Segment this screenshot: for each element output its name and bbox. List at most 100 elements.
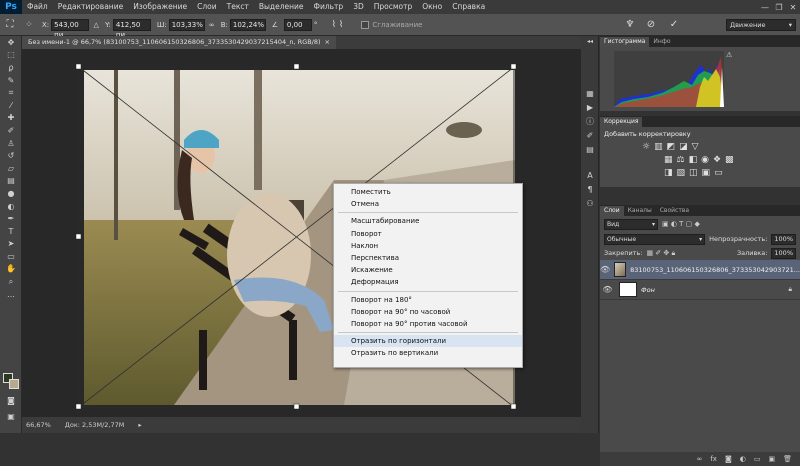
gradient-map-icon[interactable]: ▭ [714,168,723,178]
delete-layer-icon[interactable]: 🗑︎ [783,455,792,463]
cancel-transform-icon[interactable]: ⊘ [640,19,662,30]
eraser-tool-icon[interactable]: ▱ [0,162,22,175]
new-adjustment-icon[interactable]: ◐ [740,455,746,463]
antialias-checkbox[interactable] [361,20,370,29]
menu-image[interactable]: Изображение [128,0,192,14]
brush-panel-icon[interactable]: ✐ [581,128,599,142]
clone-stamp-tool-icon[interactable]: ♙ [0,137,22,150]
zoom-level[interactable]: 66,67% [26,421,51,429]
commit-transform-icon[interactable]: ✓ [662,19,686,30]
ctx-distort[interactable]: Искажение [334,264,522,276]
move-tool-icon[interactable]: ✥ [0,36,22,49]
exposure-icon[interactable]: ◪ [679,142,688,152]
swatches-icon[interactable]: ▤ [581,142,599,156]
eyedropper-tool-icon[interactable]: ⁄ [0,99,22,112]
menu-help[interactable]: Справка [447,0,490,14]
transform-tool-icon[interactable]: ⛶ [0,19,20,30]
status-arrow-icon[interactable]: ▸ [138,421,141,429]
close-document-icon[interactable]: × [325,36,330,49]
tab-info[interactable]: Инфо [649,37,674,47]
menu-type[interactable]: Текст [222,0,254,14]
collapse-arrows-icon[interactable]: ◂◂ [581,36,599,46]
dodge-tool-icon[interactable]: ◐ [0,200,22,213]
history-brush-tool-icon[interactable]: ↺ [0,149,22,162]
tab-channels[interactable]: Каналы [624,206,656,216]
ctx-rotate[interactable]: Поворот [334,228,522,240]
channel-mixer-icon[interactable]: ❖ [713,155,721,165]
brush-tool-icon[interactable]: ✐ [0,124,22,137]
layer-row[interactable]: 👁︎ Фон 🔒︎ [600,280,800,300]
color-lookup-icon[interactable]: ▩ [725,155,734,165]
ctx-rotate-180[interactable]: Поворот на 180° [334,294,522,306]
minimize-button[interactable]: — [758,3,772,12]
ctx-perspective[interactable]: Перспектива [334,252,522,264]
y-input[interactable]: 412,50 пи [112,18,151,39]
menu-edit[interactable]: Редактирование [53,0,128,14]
fill-input[interactable]: 100% [771,247,796,259]
color-balance-icon[interactable]: ⚖ [677,155,685,165]
history-icon[interactable]: ▦ [581,86,599,100]
path-selection-tool-icon[interactable]: ➤ [0,238,22,251]
menu-3d[interactable]: 3D [348,0,369,14]
crop-tool-icon[interactable]: ⌗ [0,86,22,99]
add-mask-icon[interactable]: ◙ [725,455,732,463]
menu-window[interactable]: Окно [417,0,447,14]
screen-mode-icon[interactable]: ▣ [0,410,22,423]
tab-properties[interactable]: Свойства [656,206,693,216]
ctx-flip-horizontal[interactable]: Отразить по горизонтали [334,335,522,348]
relative-position-icon[interactable]: △ [91,21,101,29]
marquee-tool-icon[interactable]: ⬚ [0,49,22,62]
ctx-flip-vertical[interactable]: Отразить по вертикали [334,347,522,359]
menu-file[interactable]: Файл [22,0,53,14]
link-icon[interactable]: ∞ [207,21,217,29]
ctx-skew[interactable]: Наклон [334,240,522,252]
menu-layers[interactable]: Слои [192,0,222,14]
blend-mode-select[interactable]: Обычные ▾ [604,233,706,245]
workspace-select[interactable]: Движение ▾ [726,18,796,31]
filter-kind-select[interactable]: Вид ▾ [604,218,658,230]
lock-icons[interactable]: ▦ ✐ ✥ 🔒︎ [646,249,675,258]
ctx-place[interactable]: Поместить [334,186,522,198]
link-layers-icon[interactable]: ∞ [697,455,703,463]
ctx-rotate-90-cw[interactable]: Поворот на 90° по часовой [334,306,522,318]
width-input[interactable]: 103,33% [168,18,205,31]
tab-adjustments[interactable]: Коррекция [600,117,643,127]
warp-mode-icon[interactable]: ♆ [620,19,640,30]
restore-button[interactable]: ❐ [772,3,786,12]
hue-saturation-icon[interactable]: ▦ [664,155,673,165]
vibrance-icon[interactable]: ▽ [692,142,699,152]
paragraph-icon[interactable]: ¶ [581,182,599,196]
visibility-eye-icon[interactable]: 👁︎ [600,265,610,274]
character-icon[interactable]: A [581,168,599,182]
new-layer-icon[interactable]: ▣ [768,455,775,463]
height-input[interactable]: 102,24% [229,18,266,31]
menu-select[interactable]: Выделение [254,0,309,14]
posterize-icon[interactable]: ▧ [677,168,686,178]
ctx-scale[interactable]: Масштабирование [334,215,522,227]
type-tool-icon[interactable]: T [0,225,22,238]
reference-point-icon[interactable]: ⁘ [20,20,38,30]
close-window-button[interactable]: ✕ [786,3,800,12]
layer-name[interactable]: 83100753_110606150326806_373353042903721… [630,266,800,274]
layer-row[interactable]: 👁︎ 83100753_110606150326806_373353042903… [600,260,800,280]
visibility-eye-icon[interactable]: 👁︎ [600,285,615,294]
invert-icon[interactable]: ◨ [664,168,673,178]
shape-tool-icon[interactable]: ▭ [0,250,22,263]
photo-filter-icon[interactable]: ◉ [701,155,709,165]
new-group-icon[interactable]: ▭ [754,455,761,463]
threshold-icon[interactable]: ◫ [689,168,698,178]
layer-name[interactable]: Фон [641,286,655,294]
histogram-warning-icon[interactable]: ⚠ [726,51,732,59]
menu-view[interactable]: Просмотр [369,0,418,14]
opacity-input[interactable]: 100% [771,233,796,245]
background-color-swatch[interactable] [9,379,19,389]
extra-tools-icon[interactable]: … [0,288,22,301]
ctx-warp[interactable]: Деформация [334,276,522,288]
levels-icon[interactable]: ▥ [654,142,663,152]
pen-tool-icon[interactable]: ✒ [0,212,22,225]
hand-tool-icon[interactable]: ✋ [0,263,22,276]
info-icon[interactable]: ⓘ [581,114,599,128]
ctx-cancel[interactable]: Отмена [334,198,522,210]
healing-brush-tool-icon[interactable]: ✚ [0,112,22,125]
layer-style-icon[interactable]: fx [710,455,717,463]
